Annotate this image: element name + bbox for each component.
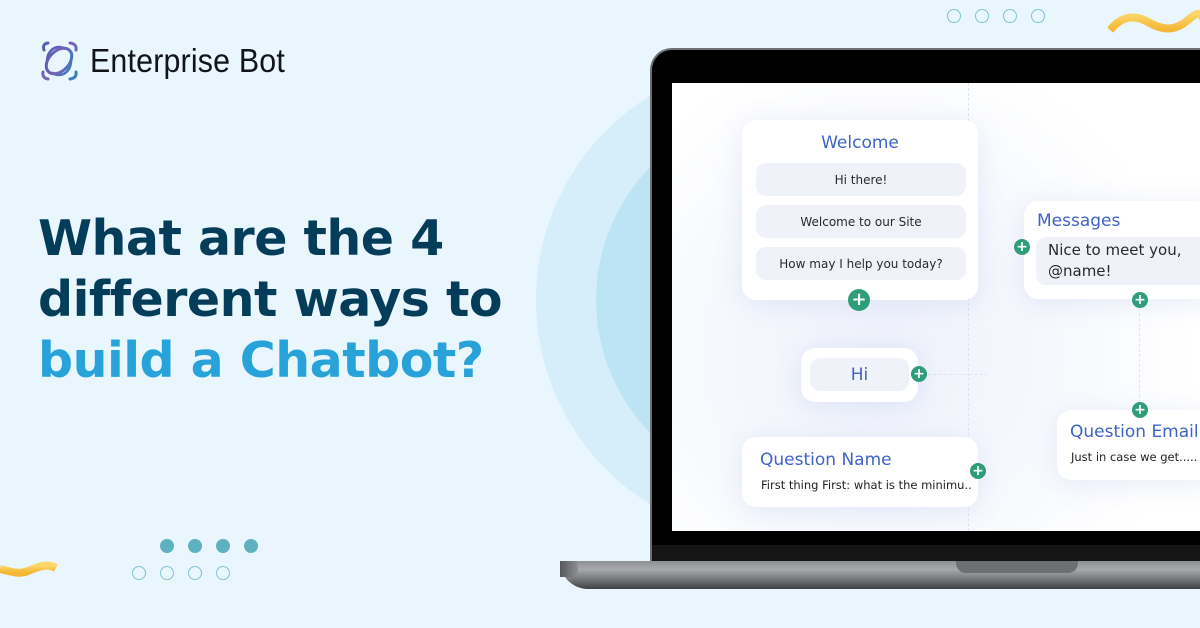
welcome-message-1[interactable]: Hi there! [756, 163, 966, 196]
add-node-plus-icon[interactable]: + [970, 463, 986, 479]
filled-dot [216, 539, 230, 553]
messages-card-title: Messages [1037, 211, 1121, 231]
yellow-squiggle-bottom [0, 561, 58, 577]
hi-bubble[interactable]: Hi [810, 358, 909, 391]
decorative-dots-top [947, 9, 1045, 23]
headline: What are the 4 different ways to build a… [38, 208, 503, 391]
laptop-screen-flow-builder: Welcome Hi there! Welcome to our Site Ho… [672, 83, 1200, 531]
ring-dot [188, 566, 202, 580]
question-email-card[interactable]: Question Email Just in case we get..... [1057, 410, 1200, 480]
welcome-card-title: Welcome [821, 133, 899, 153]
question-name-text: First thing First: what is the minimu.. [761, 478, 972, 492]
messages-bubble[interactable]: Nice to meet you, @name! [1036, 237, 1200, 285]
add-node-plus-icon[interactable]: + [1132, 292, 1148, 308]
filled-dot [188, 539, 202, 553]
ring-dot [216, 566, 230, 580]
ring-dot [1031, 9, 1045, 23]
headline-line-3: build a Chatbot? [38, 332, 484, 389]
question-name-title: Question Name [760, 450, 892, 470]
ring-dot [947, 9, 961, 23]
laptop-base [560, 561, 1200, 589]
messages-bubble-text: Nice to meet you, @name! [1048, 241, 1182, 280]
add-node-plus-icon[interactable]: + [1132, 402, 1148, 418]
question-email-text: Just in case we get..... [1071, 450, 1198, 464]
brand-logo[interactable]: Enterprise Bot [38, 40, 302, 82]
headline-line-1: What are the 4 [38, 210, 444, 267]
ring-dot [975, 9, 989, 23]
banner-canvas: Enterprise Bot What are the 4 different … [0, 0, 1200, 628]
brand-name: Enterprise Bot [90, 42, 285, 79]
headline-line-2: different ways to [38, 271, 503, 328]
decorative-dots-filled [160, 539, 258, 553]
add-node-plus-icon[interactable]: + [911, 366, 927, 382]
decorative-dots-ring [132, 566, 230, 580]
ring-dot [1003, 9, 1017, 23]
welcome-message-2[interactable]: Welcome to our Site [756, 205, 966, 238]
welcome-message-3[interactable]: How may I help you today? [756, 247, 966, 280]
messages-card[interactable]: Messages Nice to meet you, @name! [1024, 201, 1200, 299]
hi-card[interactable]: Hi [801, 348, 918, 402]
orbit-ring-logo-icon [41, 41, 78, 81]
question-name-card[interactable]: Question Name First thing First: what is… [742, 437, 978, 507]
add-node-plus-icon[interactable]: + [1014, 239, 1030, 255]
welcome-card[interactable]: Welcome Hi there! Welcome to our Site Ho… [742, 120, 978, 300]
filled-dot [160, 539, 174, 553]
yellow-squiggle-top [1108, 10, 1200, 33]
connector-line [928, 374, 988, 375]
ring-dot [160, 566, 174, 580]
ring-dot [132, 566, 146, 580]
add-node-plus-icon[interactable]: + [848, 289, 870, 311]
filled-dot [244, 539, 258, 553]
question-email-title: Question Email [1070, 422, 1199, 442]
laptop-notch [956, 561, 1078, 573]
connector-line [1139, 308, 1140, 408]
